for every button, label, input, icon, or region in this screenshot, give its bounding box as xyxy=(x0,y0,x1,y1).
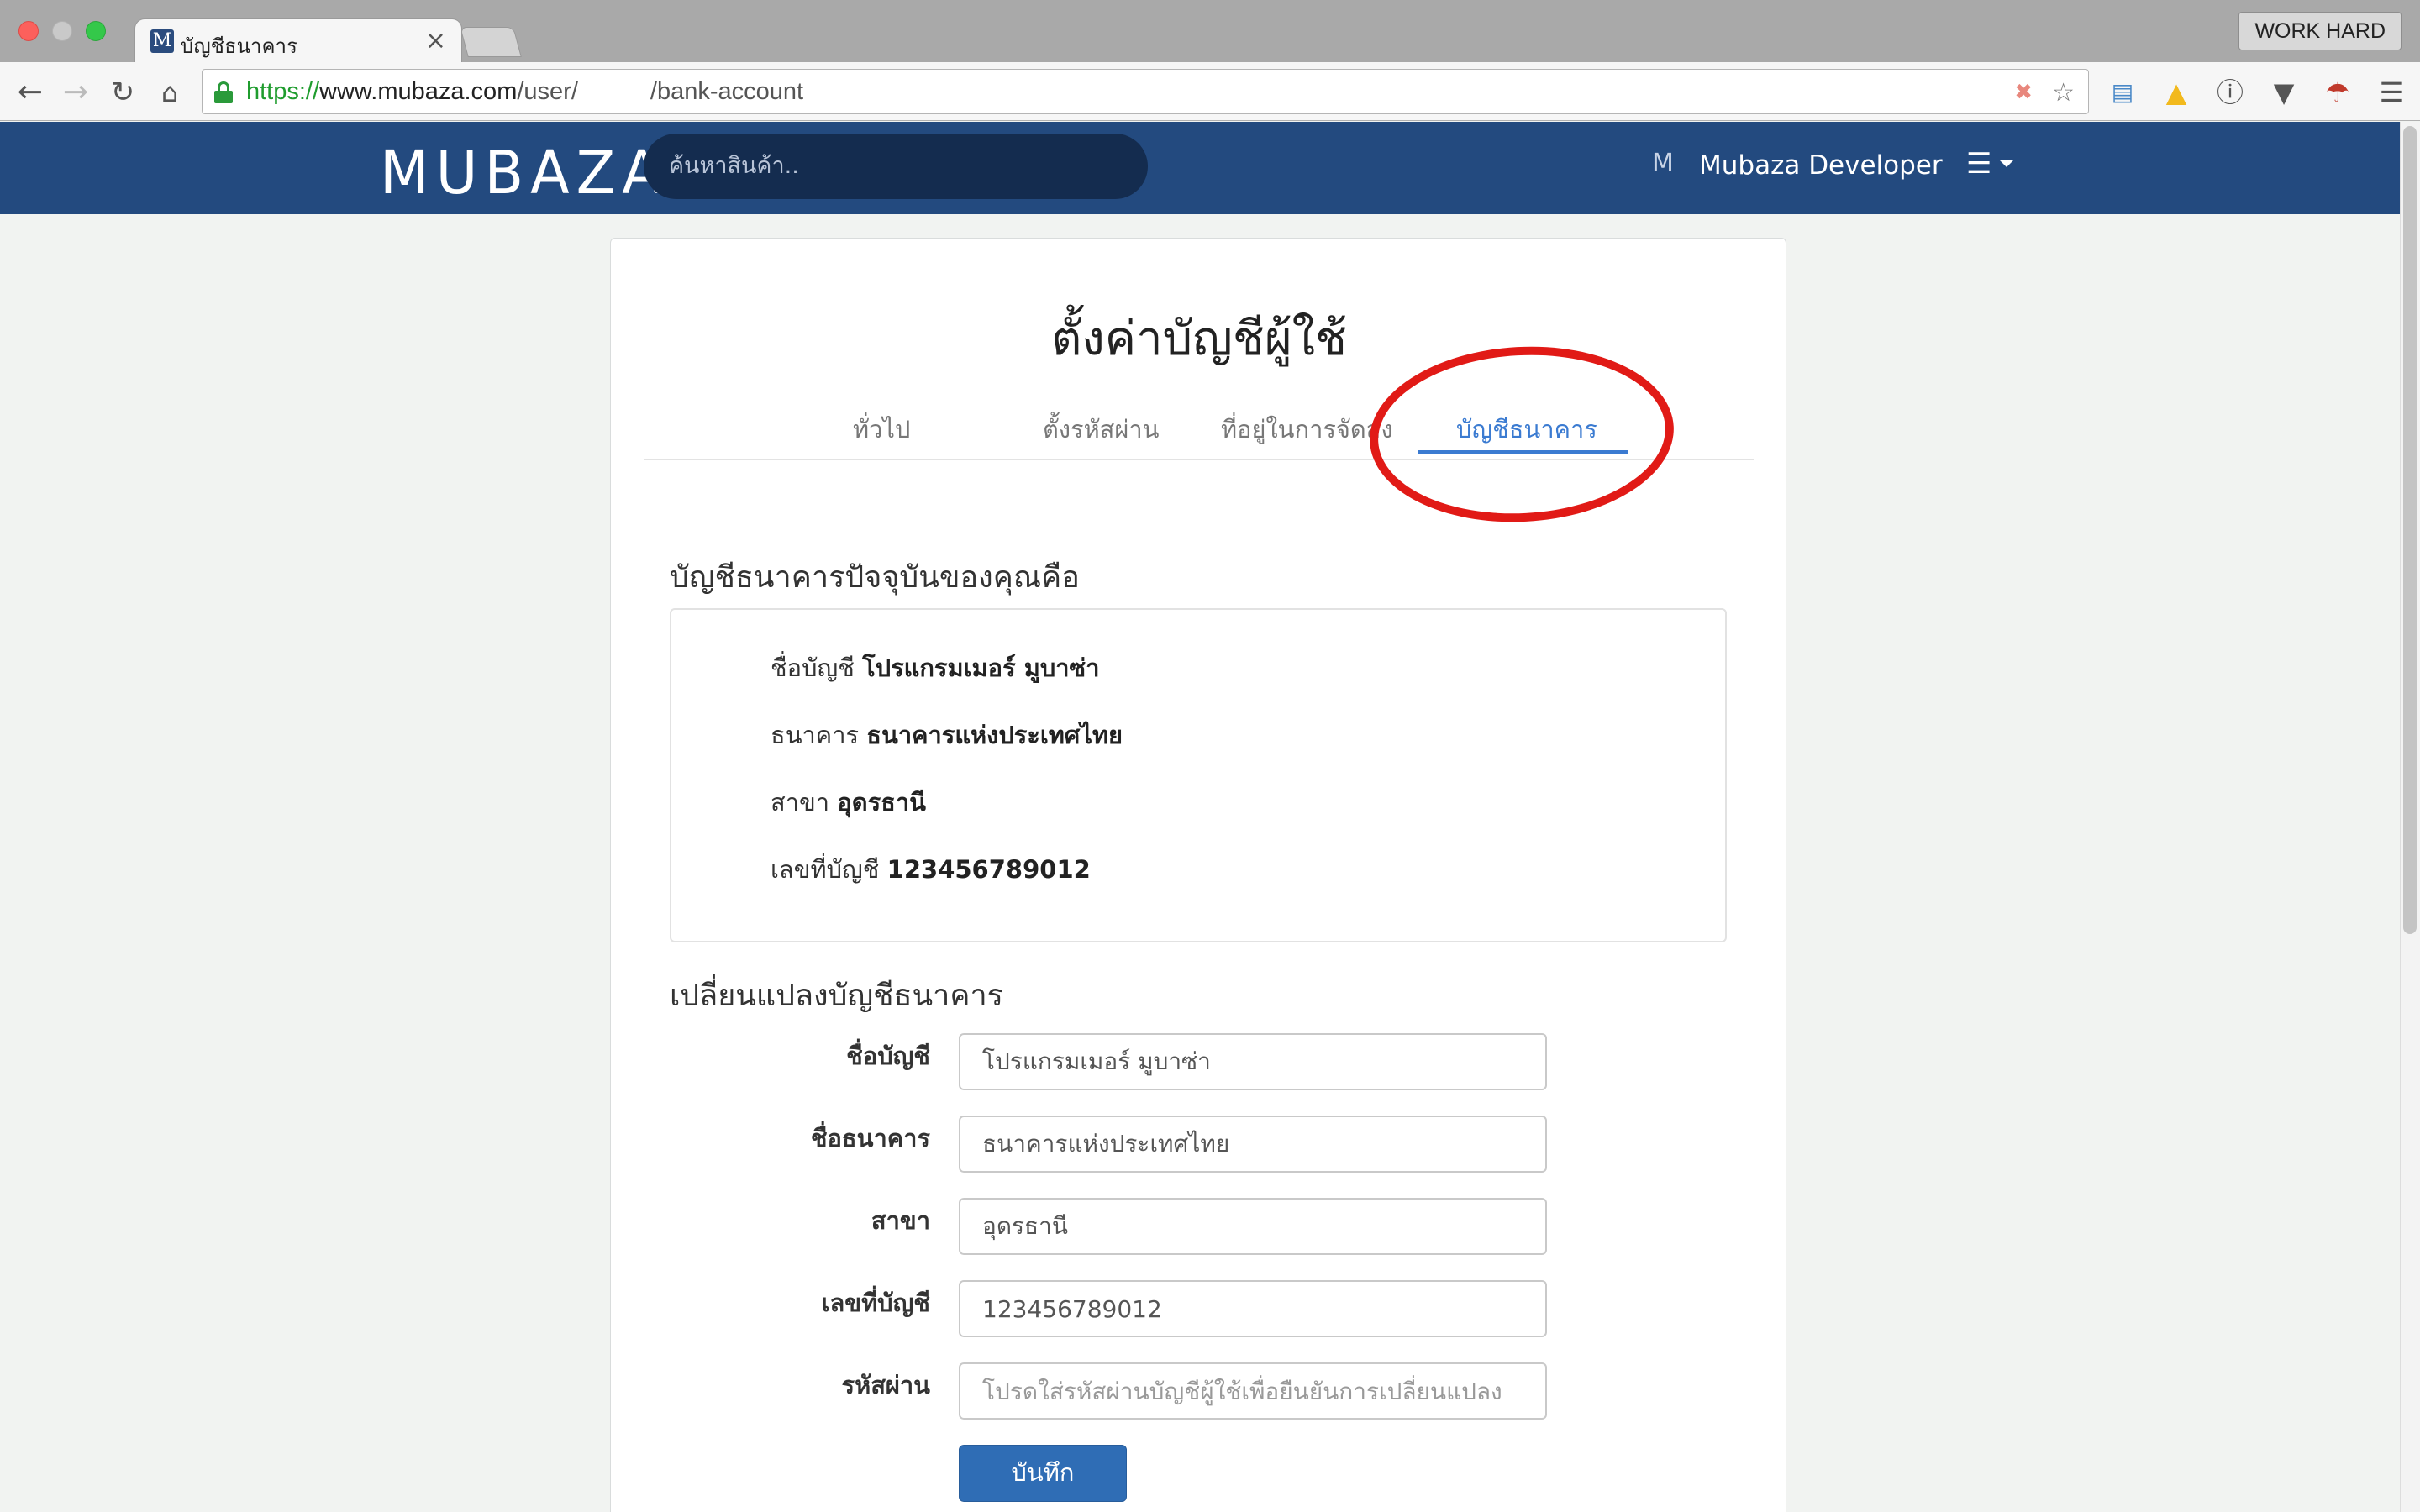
user-name-link[interactable]: Mubaza Developer xyxy=(1699,150,1943,181)
site-header: MUBAZA M Mubaza Developer ☰ xyxy=(0,122,2400,214)
search-box xyxy=(644,134,1148,199)
tab-password[interactable]: ตั้งรหัสผ่าน xyxy=(1043,410,1160,449)
account-name-label: ชื่อบัญชี xyxy=(846,1042,930,1070)
menu-caret-icon[interactable] xyxy=(2000,160,2013,167)
page-scrollbar-thumb[interactable] xyxy=(2403,126,2417,934)
branch-label: สาขา xyxy=(871,1206,930,1235)
hamburger-menu-icon[interactable]: ☰ xyxy=(1966,147,1991,181)
user-avatar-icon: M xyxy=(1652,149,1674,178)
window-minimize-button[interactable] xyxy=(52,21,72,41)
umbrella-extension-icon[interactable]: ☂ xyxy=(2321,76,2354,109)
search-input[interactable] xyxy=(669,149,1123,182)
info-bank-name: ธนาคาร ธนาคารแห่งประเทศไทย xyxy=(771,721,1123,749)
home-icon[interactable]: ⌂ xyxy=(151,74,188,111)
mubaza-favicon-icon: M xyxy=(150,29,174,53)
window-close-button[interactable] xyxy=(18,21,39,41)
info-account-number: เลขที่บัญชี 123456789012 xyxy=(771,855,1091,884)
branch-input[interactable] xyxy=(959,1198,1547,1255)
profile-button[interactable]: WORK HARD xyxy=(2238,12,2402,50)
account-number-label: เลขที่บัญชี xyxy=(821,1289,930,1317)
folder-extension-icon[interactable]: ▤ xyxy=(2106,76,2139,109)
browser-titlebar: M บัญชีธนาคาร × WORK HARD xyxy=(0,0,2420,64)
address-bar[interactable]: https://www.mubaza.com/user//bank-accoun… xyxy=(202,69,2089,114)
account-name-input[interactable] xyxy=(959,1033,1547,1090)
info-branch: สาขา อุดรธานี xyxy=(771,788,926,816)
redacted-username xyxy=(577,80,650,106)
laravel-extension-icon[interactable]: ✖ xyxy=(2014,80,2033,105)
tab-general[interactable]: ทั่วไป xyxy=(853,410,910,449)
browser-toolbar: ← → ↻ ⌂ https://www.mubaza.com/user//ban… xyxy=(0,62,2420,121)
account-number-input[interactable] xyxy=(959,1280,1547,1337)
info-account-name: ชื่อบัญชี โปรแกรมเมอร์ มูบาซ่า xyxy=(771,654,1100,682)
current-account-heading: บัญชีธนาคารปัจจุบันของคุณคือ xyxy=(670,560,1080,595)
forward-arrow-icon[interactable]: → xyxy=(57,74,94,111)
tab-close-icon[interactable]: × xyxy=(425,26,446,55)
current-account-box: ชื่อบัญชี โปรแกรมเมอร์ มูบาซ่า ธนาคาร ธน… xyxy=(670,608,1727,942)
bookmark-star-icon[interactable]: ☆ xyxy=(2052,78,2075,108)
save-button[interactable]: บันทึก xyxy=(959,1445,1127,1502)
bank-name-input[interactable] xyxy=(959,1116,1547,1173)
browser-menu-icon[interactable]: ☰ xyxy=(2375,76,2408,109)
change-account-heading: เปลี่ยนแปลงบัญชีธนาคาร xyxy=(670,979,1004,1013)
pocket-icon[interactable]: ▼ xyxy=(2267,76,2301,109)
onepassword-icon[interactable]: ⓘ xyxy=(2213,76,2247,109)
mubaza-logo[interactable]: MUBAZA xyxy=(380,139,668,208)
url-text: https://www.mubaza.com/user//bank-accoun… xyxy=(246,78,804,106)
new-tab-button[interactable] xyxy=(460,27,522,57)
lock-icon xyxy=(214,81,233,103)
browser-tab-active[interactable]: M บัญชีธนาคาร × xyxy=(134,18,462,64)
bank-name-label: ชื่อธนาคาร xyxy=(810,1124,930,1152)
back-arrow-icon[interactable]: ← xyxy=(12,74,49,111)
window-zoom-button[interactable] xyxy=(86,21,106,41)
password-label: รหัสผ่าน xyxy=(841,1371,931,1399)
tab-shipping-address[interactable]: ที่อยู่ในการจัดส่ง xyxy=(1221,410,1393,449)
reload-icon[interactable]: ↻ xyxy=(104,74,141,111)
browser-tab-title: บัญชีธนาคาร xyxy=(181,35,297,58)
google-drive-icon[interactable]: ▲ xyxy=(2160,76,2193,109)
password-input[interactable] xyxy=(959,1362,1547,1420)
